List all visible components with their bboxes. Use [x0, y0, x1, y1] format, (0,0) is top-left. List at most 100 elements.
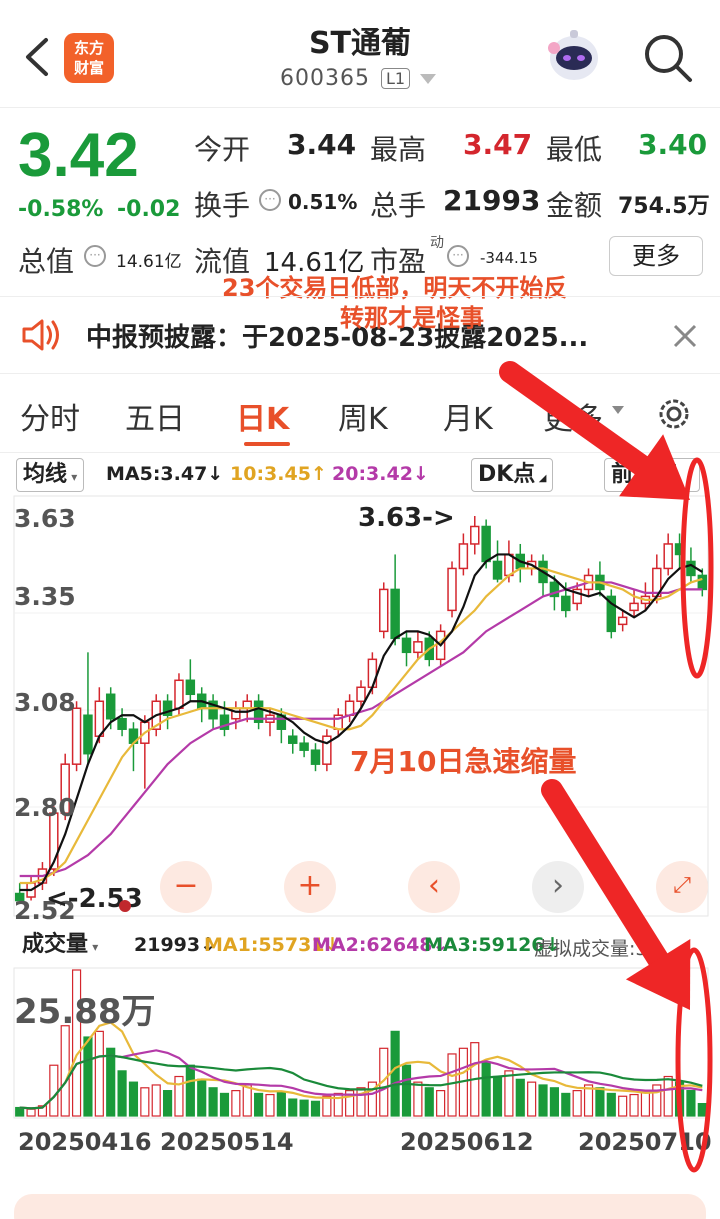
- annotation-mid: 7月10日急速缩量: [350, 745, 577, 778]
- date-label-4: 20250710: [578, 1128, 712, 1156]
- volume-bar: [117, 1070, 127, 1117]
- notice-text[interactable]: 中报预披露：于2025-08-23披露2025...: [86, 317, 588, 354]
- volume-bar: [60, 1025, 70, 1117]
- bottom-banner[interactable]: [14, 1194, 706, 1219]
- date-label-1: 20250416: [18, 1128, 152, 1156]
- volume-bar: [697, 1102, 707, 1117]
- high-label: 最高: [370, 133, 427, 166]
- volume-bar: [549, 1087, 559, 1117]
- stock-switch-caret-icon[interactable]: [420, 74, 436, 84]
- dk-point-button[interactable]: DK点 ◢: [471, 458, 554, 492]
- candle-body: [185, 679, 196, 696]
- low-label: 最低: [546, 133, 603, 166]
- turnover-label: 换手: [194, 189, 251, 222]
- candle-body: [447, 567, 457, 612]
- volume-bar: [447, 1053, 457, 1117]
- volume-bar: [515, 1078, 525, 1117]
- tabs-divider: [0, 452, 720, 453]
- tab-daily-k[interactable]: 日K: [236, 394, 289, 438]
- kline-chart[interactable]: [0, 494, 720, 924]
- volume-bar: [163, 1090, 173, 1117]
- turnover-value: 0.51%: [288, 190, 358, 214]
- ma5-value: MA5:3.47↓: [106, 463, 224, 485]
- volume-bar: [299, 1099, 309, 1117]
- volume-bar: [561, 1092, 571, 1117]
- volume-selector[interactable]: 成交量 ▾: [16, 929, 105, 963]
- candle-body: [94, 700, 105, 737]
- volume-bar: [242, 1084, 252, 1117]
- volume-bar: [94, 1030, 104, 1117]
- candle-body: [401, 637, 412, 654]
- ma10-value: 10:3.45↑: [230, 463, 327, 485]
- candle-body: [481, 525, 491, 563]
- y-label-4: 2.80: [14, 793, 76, 822]
- candle-body: [663, 543, 673, 570]
- gear-icon[interactable]: [654, 394, 694, 434]
- level-badge: L1: [381, 68, 411, 89]
- amount-label: 金额: [546, 189, 603, 222]
- stock-name[interactable]: ST通葡: [0, 18, 720, 62]
- volume-bar: [26, 1108, 36, 1117]
- mktcap-info-icon[interactable]: ···: [84, 245, 106, 267]
- pan-right-button[interactable]: ›: [532, 861, 584, 913]
- volume-bar: [219, 1092, 230, 1117]
- volume-bar: [401, 1064, 412, 1117]
- open-value: 3.44: [287, 128, 357, 161]
- pe-info-icon[interactable]: ···: [447, 245, 469, 267]
- date-label-2: 20250514: [160, 1128, 294, 1156]
- volume-bar: [288, 1098, 298, 1117]
- volume-bar: [197, 1078, 207, 1117]
- candle-body: [629, 602, 639, 612]
- volume-bar: [140, 1087, 150, 1117]
- volume-bar: [481, 1061, 491, 1117]
- candle-body: [561, 595, 571, 612]
- volume-bar: [640, 1091, 651, 1117]
- volume-bar: [538, 1084, 548, 1117]
- candle-body: [344, 700, 355, 716]
- last-price: 3.42: [18, 121, 139, 190]
- volume-bar: [436, 1090, 446, 1117]
- candle-body: [686, 560, 696, 577]
- zoom-out-button[interactable]: −: [160, 861, 212, 913]
- volume-bar: [151, 1084, 161, 1117]
- fullscreen-button[interactable]: ⤢: [656, 861, 708, 913]
- mktcap-value: 14.61亿: [116, 252, 182, 272]
- volume-bar: [106, 1047, 116, 1117]
- tab-five-day[interactable]: 五日: [125, 394, 185, 438]
- adjust-button[interactable]: 前复权: [604, 458, 700, 492]
- more-quote-button[interactable]: 更多: [609, 236, 703, 276]
- tab-more[interactable]: 更多: [543, 394, 603, 438]
- tab-weekly-k[interactable]: 周K: [338, 394, 388, 438]
- volume-bar: [231, 1090, 241, 1117]
- tab-intraday[interactable]: 分时: [20, 394, 80, 438]
- volume-max-label: 25.88万: [14, 992, 156, 1032]
- volume-bar: [128, 1081, 139, 1117]
- high-marker: 3.63->: [358, 503, 455, 533]
- candle-body: [174, 679, 184, 710]
- volume-bar: [572, 1090, 582, 1117]
- tab-monthly-k[interactable]: 月K: [443, 394, 493, 438]
- turnover-info-icon[interactable]: ···: [259, 189, 281, 211]
- volume-label: 总手: [370, 189, 427, 222]
- candle-body: [367, 658, 378, 689]
- candle-body: [492, 560, 503, 580]
- low-marker: <-2.53: [46, 884, 143, 914]
- search-icon[interactable]: [640, 30, 696, 86]
- volume-bar: [254, 1092, 264, 1117]
- high-value: 3.47: [463, 128, 533, 161]
- volume-bar: [310, 1100, 321, 1117]
- volume-bar: [492, 1075, 503, 1117]
- volume-bar: [49, 1064, 59, 1117]
- candle-body: [674, 543, 685, 556]
- zoom-in-button[interactable]: +: [284, 861, 336, 913]
- volume-bar: [618, 1095, 628, 1117]
- candle-body: [697, 574, 708, 591]
- ma-selector-label: 均线: [23, 462, 68, 487]
- candle-body: [504, 553, 514, 577]
- pan-left-button[interactable]: ‹: [408, 861, 460, 913]
- ma-selector[interactable]: 均线 ▾: [16, 458, 85, 492]
- candle-body: [379, 588, 389, 633]
- robot-assistant-icon[interactable]: [544, 28, 604, 86]
- volume-value: 21993: [443, 184, 541, 217]
- close-icon[interactable]: [672, 323, 698, 349]
